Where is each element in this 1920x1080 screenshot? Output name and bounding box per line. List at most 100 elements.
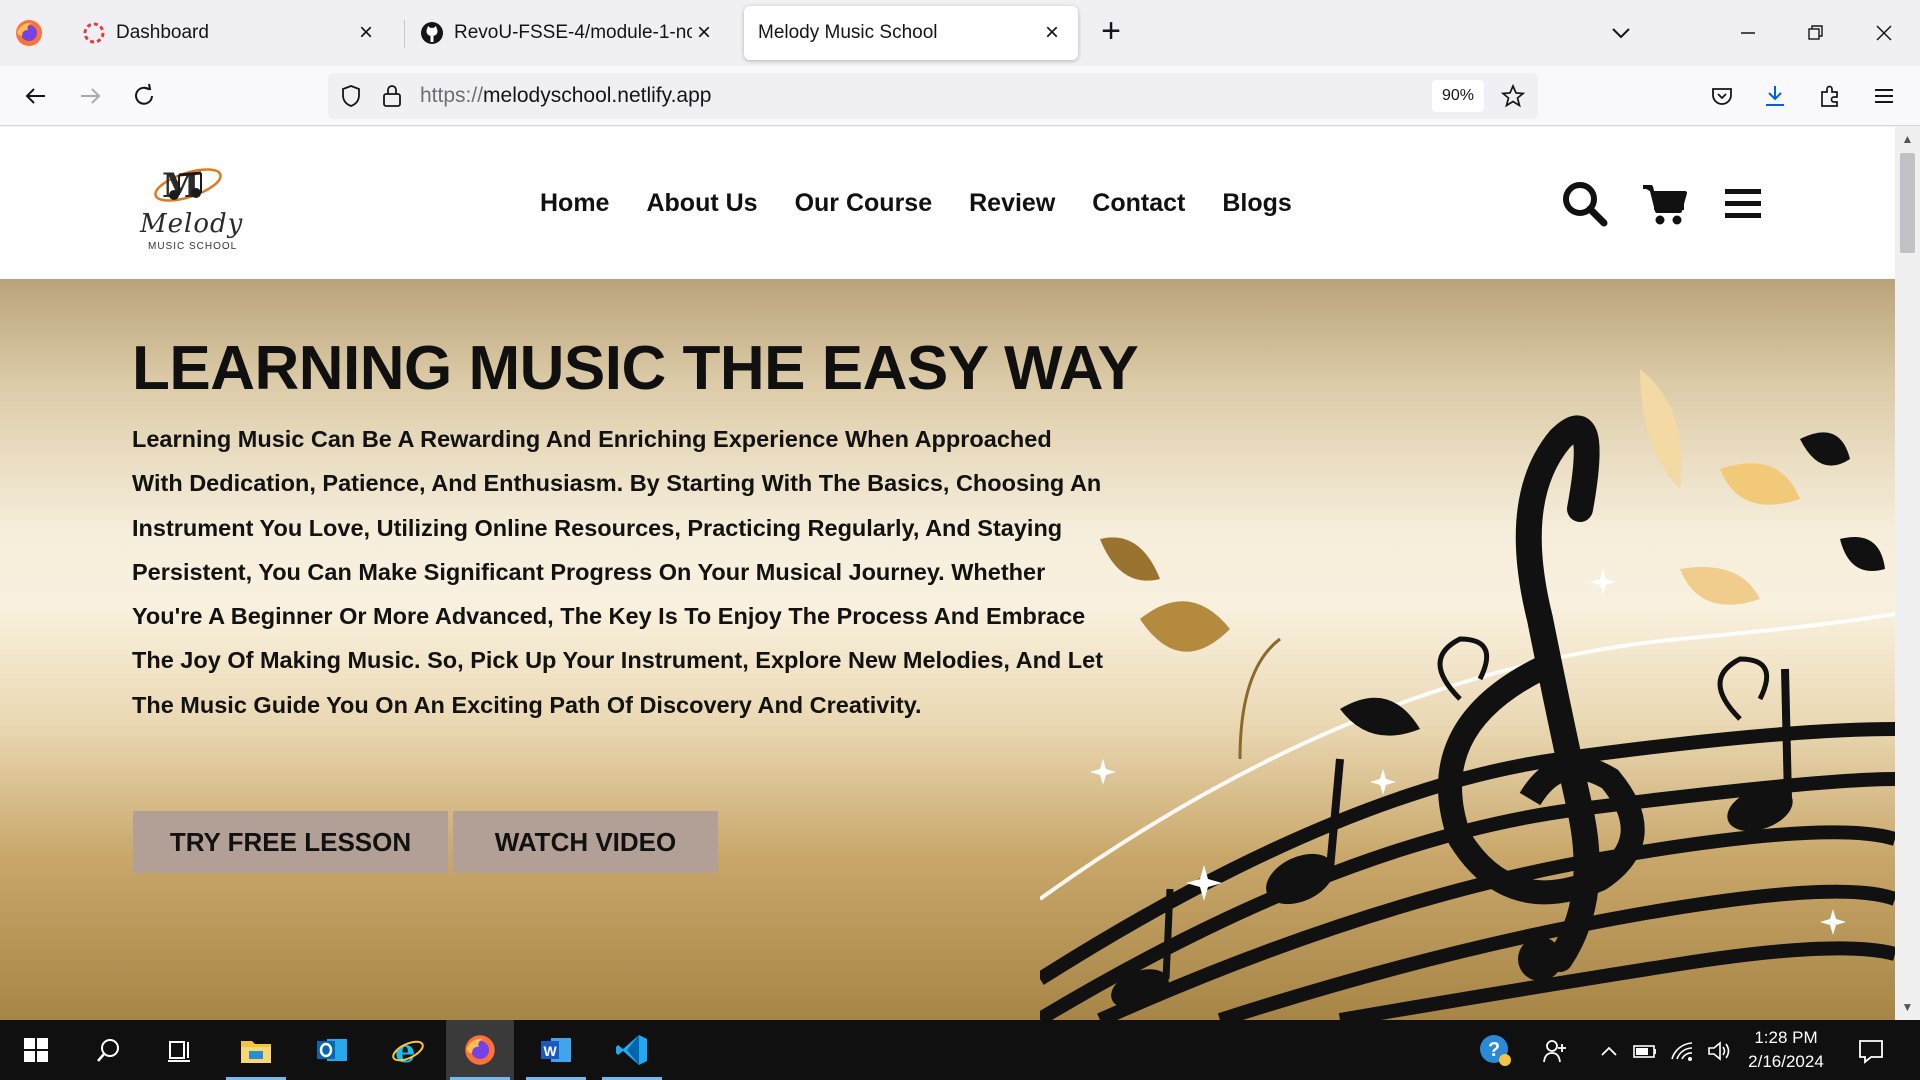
svg-text:?: ?: [1488, 1039, 1500, 1061]
notification-center-button[interactable]: [1856, 1036, 1886, 1066]
url-host: melodyschool.netlify.app: [483, 84, 712, 107]
taskbar-app-internet-explorer[interactable]: e: [374, 1020, 442, 1080]
extensions-button[interactable]: [1813, 79, 1847, 113]
app-menu-button[interactable]: [1867, 79, 1901, 113]
taskbar-app-firefox[interactable]: [446, 1020, 514, 1080]
music-note-logo-icon: M: [154, 166, 222, 206]
reload-icon: [135, 83, 153, 105]
nav-link-home[interactable]: Home: [540, 189, 609, 218]
nav-link-contact[interactable]: Contact: [1092, 189, 1185, 218]
hamburger-menu-icon[interactable]: [1718, 179, 1768, 229]
tab-dashboard[interactable]: Dashboard ×: [68, 6, 392, 60]
logo-subtitle: MUSIC SCHOOL: [148, 241, 238, 252]
download-icon: [1766, 86, 1784, 106]
help-badge-icon: ?: [1480, 1035, 1511, 1066]
vscode-icon: [616, 1035, 647, 1065]
nav-link-review[interactable]: Review: [969, 189, 1055, 218]
system-clock[interactable]: 1:28 PM 2/16/2024: [1726, 1026, 1846, 1074]
start-button[interactable]: [2, 1020, 70, 1080]
task-view-icon: [168, 1041, 190, 1062]
show-hidden-icons-icon: [1601, 1046, 1617, 1056]
nav-link-about-us[interactable]: About Us: [646, 189, 757, 218]
reload-button[interactable]: [127, 79, 161, 113]
close-window-button[interactable]: [1864, 14, 1904, 52]
word-icon: W: [541, 1038, 571, 1062]
tab-title: Dashboard: [116, 22, 209, 43]
pocket-button[interactable]: [1705, 79, 1739, 113]
tab-title: RevoU-FSSE-4/module-1-novian: [454, 22, 692, 43]
watch-video-button[interactable]: WATCH VIDEO: [453, 811, 718, 873]
minimize-icon: [1741, 32, 1755, 34]
help-icon[interactable]: ?: [1478, 1033, 1512, 1067]
loading-ring-icon: [83, 22, 105, 44]
forward-button[interactable]: [73, 79, 107, 113]
wifi-glyph-icon: [1671, 1042, 1693, 1061]
arrow-right-icon: [81, 88, 101, 104]
address-bar[interactable]: https://melodyschool.netlify.app 90%: [328, 73, 1538, 119]
taskbar-app-vscode[interactable]: [598, 1020, 666, 1080]
scroll-down-icon[interactable]: ▼: [1900, 999, 1915, 1015]
back-button[interactable]: [19, 79, 53, 113]
firefox-menu-icon[interactable]: [14, 18, 44, 48]
restore-button[interactable]: [1796, 14, 1836, 52]
taskbar-app-file-explorer[interactable]: [222, 1020, 290, 1080]
restore-icon: [1808, 25, 1823, 40]
tab-divider: [404, 20, 405, 48]
page-scrollbar[interactable]: ▲ ▼: [1895, 127, 1920, 1020]
shield-icon[interactable]: [338, 83, 364, 109]
music-notes-illustration: [1040, 369, 1895, 1020]
internet-explorer-icon: e: [392, 1033, 424, 1067]
search-icon[interactable]: [1560, 179, 1610, 229]
notification-icon: [1859, 1040, 1883, 1064]
windows-logo-icon: [24, 1038, 48, 1062]
tab-melody-music-school[interactable]: Melody Music School ×: [744, 6, 1078, 60]
bookmark-star-icon[interactable]: [1500, 83, 1526, 109]
close-tab-icon[interactable]: ×: [1040, 19, 1064, 46]
svg-text:W: W: [544, 1043, 558, 1059]
wifi-icon[interactable]: [1670, 1038, 1696, 1064]
logo-wordmark: Melody: [140, 209, 244, 239]
search-button[interactable]: [74, 1020, 142, 1080]
pocket-icon: [1712, 88, 1732, 105]
arrow-left-icon: [25, 88, 45, 104]
url-text[interactable]: https://melodyschool.netlify.app: [420, 84, 711, 108]
downloads-button[interactable]: [1758, 79, 1792, 113]
browser-toolbar: https://melodyschool.netlify.app 90%: [0, 66, 1920, 126]
chevron-down-icon[interactable]: [1606, 18, 1636, 48]
search-icon: [97, 1039, 119, 1062]
people-glyph-icon: [1543, 1040, 1566, 1063]
battery-icon[interactable]: [1632, 1038, 1658, 1064]
clock-date: 2/16/2024: [1748, 1052, 1824, 1071]
scroll-thumb[interactable]: [1900, 153, 1915, 253]
close-icon: [1876, 25, 1892, 41]
svg-text:M: M: [162, 166, 200, 206]
close-tab-icon[interactable]: ×: [692, 19, 716, 46]
hero-description: Learning Music Can Be A Rewarding And En…: [132, 426, 1104, 718]
people-icon[interactable]: [1542, 1038, 1568, 1064]
nav-link-our-course[interactable]: Our Course: [795, 189, 933, 218]
zoom-level-button[interactable]: 90%: [1432, 80, 1484, 112]
chevron-up-icon[interactable]: [1596, 1038, 1622, 1064]
browser-tab-bar: Dashboard × RevoU-FSSE-4/module-1-novian…: [0, 0, 1920, 66]
cart-icon[interactable]: [1640, 179, 1690, 229]
nav-link-blogs[interactable]: Blogs: [1222, 189, 1291, 218]
main-nav: Home About Us Our Course Review Contact …: [540, 189, 1329, 218]
firefox-icon: [465, 1035, 495, 1065]
task-view-button[interactable]: [146, 1020, 214, 1080]
tab-github[interactable]: RevoU-FSSE-4/module-1-novian ×: [406, 6, 730, 60]
scroll-up-icon[interactable]: ▲: [1900, 131, 1915, 147]
site-header: M Melody MUSIC SCHOOL Home About Us Our …: [0, 127, 1895, 279]
try-free-lesson-button[interactable]: TRY FREE LESSON: [133, 811, 448, 873]
taskbar-app-outlook[interactable]: [298, 1020, 366, 1080]
clock-time: 1:28 PM: [1754, 1028, 1818, 1047]
windows-taskbar: e W ? 1:28 PM 2/16/2024: [0, 1020, 1920, 1080]
battery-glyph-icon: [1633, 1045, 1656, 1058]
file-explorer-icon: [241, 1041, 271, 1063]
lock-icon[interactable]: [380, 83, 404, 109]
close-tab-icon[interactable]: ×: [354, 19, 378, 46]
new-tab-button[interactable]: +: [1094, 14, 1128, 50]
taskbar-app-word[interactable]: W: [522, 1020, 590, 1080]
github-icon: [421, 22, 443, 44]
minimize-button[interactable]: [1728, 14, 1768, 52]
site-logo[interactable]: M Melody MUSIC SCHOOL: [130, 157, 250, 253]
